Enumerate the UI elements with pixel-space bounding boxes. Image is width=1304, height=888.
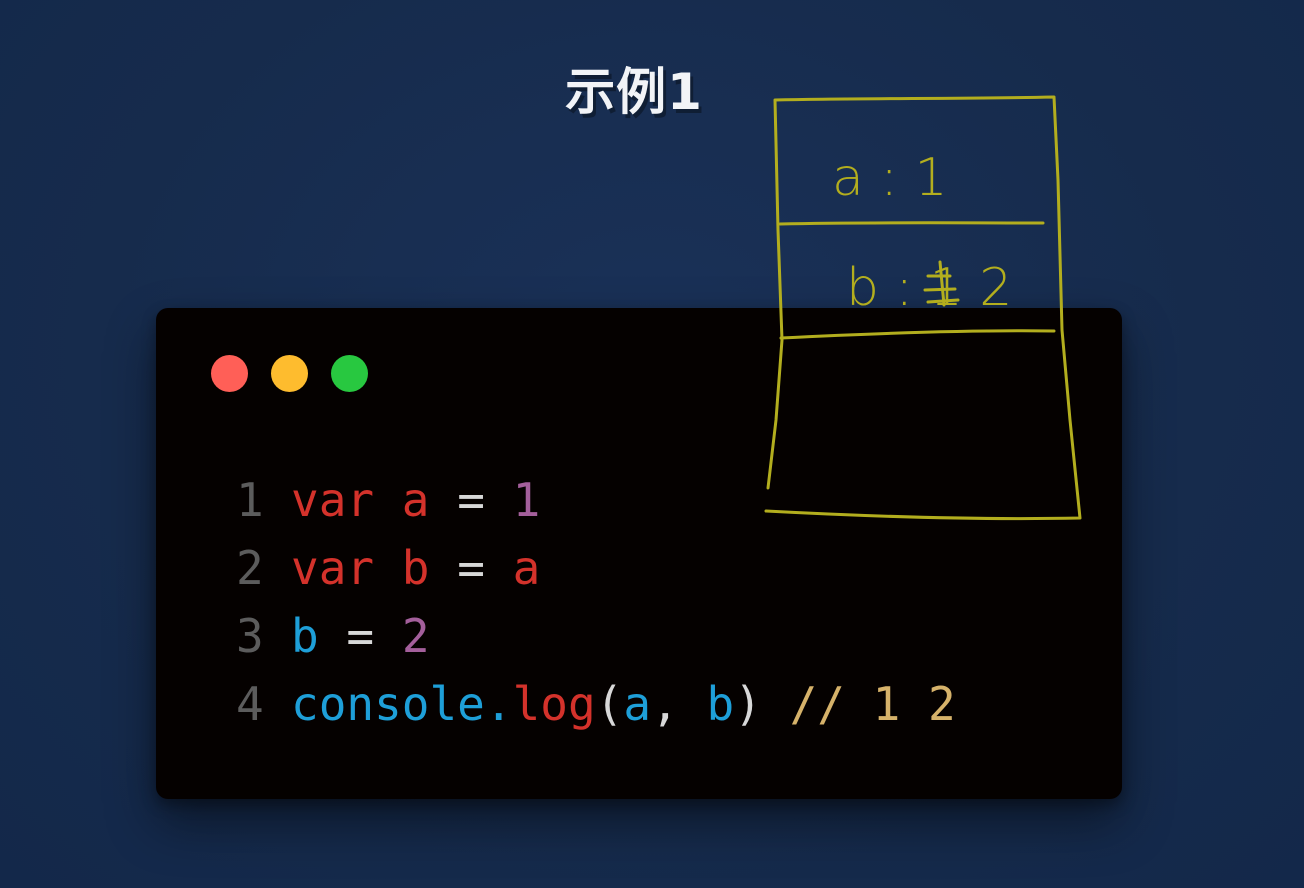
code-token: = [346, 609, 375, 663]
zoom-button[interactable] [331, 355, 368, 392]
code-token: b [401, 541, 430, 595]
code-token: a [623, 677, 652, 731]
code-token: var [291, 541, 375, 595]
code-token: // 1 2 [789, 677, 956, 731]
code-token: , [651, 677, 707, 731]
code-line: 4 console. log(a, b) // 1 2 [236, 670, 956, 738]
window-controls [211, 355, 368, 392]
code-block: 1 var a = 1 2 var b = a3b = 2 4 console. log(a… [236, 466, 956, 738]
line-number: 3 [236, 609, 264, 663]
code-token: console. [291, 677, 513, 731]
code-line: 3b = 2 [236, 602, 956, 670]
stack-cell-a: a : 1 [832, 148, 948, 208]
code-line: 1 var a = 1 [236, 466, 956, 534]
code-token: b [706, 677, 735, 731]
code-token: a [401, 473, 430, 527]
code-token: b [291, 609, 319, 663]
code-token: = [457, 541, 485, 595]
line-number: 4 [236, 677, 264, 731]
code-token: 1 [512, 473, 541, 527]
code-token: = [457, 473, 485, 527]
strike-mark [923, 260, 960, 307]
minimize-button[interactable] [271, 355, 308, 392]
code-line: 2 var b = a [236, 534, 956, 602]
close-button[interactable] [211, 355, 248, 392]
code-token: a [512, 541, 541, 595]
code-token: var [291, 473, 375, 527]
code-token: 2 [401, 609, 430, 663]
code-window: 1 var a = 1 2 var b = a3b = 2 4 console. log(a… [156, 308, 1122, 799]
code-token: ) [734, 677, 762, 731]
line-number: 2 [236, 541, 264, 595]
slide-title: 示例1 [565, 63, 703, 121]
code-token: ( [595, 677, 624, 731]
code-token: log [512, 677, 596, 731]
line-number: 1 [236, 473, 264, 527]
stack-divider-1 [778, 221, 1045, 226]
